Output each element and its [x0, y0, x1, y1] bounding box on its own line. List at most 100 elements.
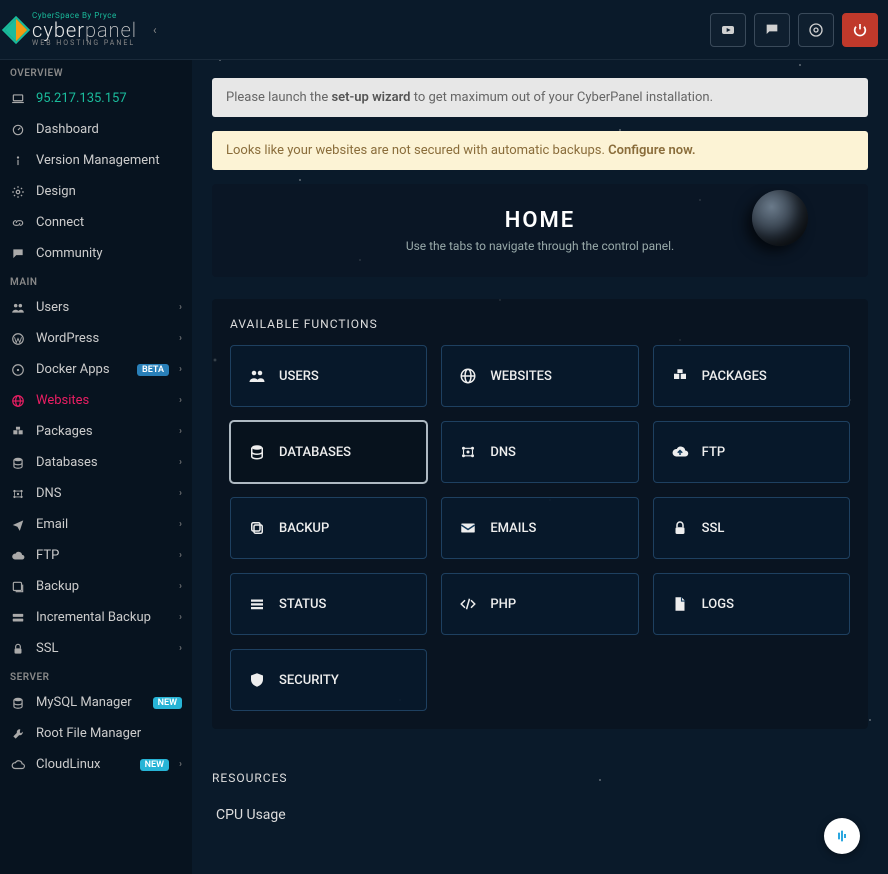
function-card-status[interactable]: STATUS	[230, 573, 427, 635]
link-icon	[10, 216, 26, 230]
sidebar-item-community[interactable]: Community	[0, 238, 192, 269]
sidebar-item-packages[interactable]: Packages ›	[0, 416, 192, 447]
sidebar-section-title: SERVER	[0, 664, 192, 687]
sidebar-item-wordpress[interactable]: WordPress›	[0, 323, 192, 354]
sidebar-item-version-management[interactable]: Version Management	[0, 145, 192, 176]
function-card-ftp[interactable]: FTP	[653, 421, 850, 483]
packages-icon	[670, 367, 690, 385]
function-card-security[interactable]: SECURITY	[230, 649, 427, 711]
sidebar-item-email[interactable]: Email ›	[0, 509, 192, 540]
users-icon	[247, 367, 267, 385]
sidebar-item-dns[interactable]: DNS›	[0, 478, 192, 509]
sidebar-item-ftp[interactable]: FTP ›	[0, 540, 192, 571]
function-card-label: SSL	[702, 521, 725, 536]
sidebar-item-mysql-manager[interactable]: MySQL ManagerNEW	[0, 687, 192, 718]
sidebar-item-95-217-135-157[interactable]: 95.217.135.157	[0, 83, 192, 114]
sidebar-item-ssl[interactable]: SSL›	[0, 633, 192, 664]
functions-title: AVAILABLE FUNCTIONS	[230, 317, 850, 331]
function-card-label: SECURITY	[279, 673, 339, 688]
database-icon	[10, 456, 26, 470]
cloud-icon	[10, 549, 26, 563]
sidebar-collapse-toggle[interactable]: ‹	[153, 23, 157, 37]
gauge-icon	[10, 123, 26, 137]
bars-icon	[247, 595, 267, 613]
chat-button[interactable]	[754, 13, 790, 47]
main-content: Please launch the set-up wizard to get m…	[192, 60, 888, 874]
sidebar-item-connect[interactable]: Connect	[0, 207, 192, 238]
dns-icon	[10, 487, 26, 501]
chevron-right-icon: ›	[179, 612, 182, 623]
function-card-websites[interactable]: WEBSITES	[441, 345, 638, 407]
chevron-right-icon: ›	[179, 302, 182, 313]
sidebar-item-label: Dashboard	[36, 122, 182, 137]
shield-icon	[247, 671, 267, 689]
sidebar-item-label: Version Management	[36, 153, 182, 168]
chevron-right-icon: ›	[179, 643, 182, 654]
chevron-right-icon: ›	[179, 519, 182, 530]
sidebar-item-label: Websites	[36, 393, 169, 408]
function-card-backup[interactable]: BACKUP	[230, 497, 427, 559]
home-subtitle: Use the tabs to navigate through the con…	[232, 239, 848, 253]
wrench-icon	[10, 727, 26, 741]
function-card-databases[interactable]: DATABASES	[230, 421, 427, 483]
packages-icon	[10, 425, 26, 439]
chevron-right-icon: ›	[179, 364, 182, 375]
sidebar-item-root-file-manager[interactable]: Root File Manager	[0, 718, 192, 749]
function-card-label: EMAILS	[490, 521, 536, 536]
chat-widget-button[interactable]	[824, 818, 860, 854]
sidebar-item-label: FTP	[36, 548, 169, 563]
function-card-label: USERS	[279, 369, 319, 384]
brand-logo[interactable]: CyberSpace By Pryce cyberpanel WEB HOSTI…	[6, 12, 137, 47]
function-card-dns[interactable]: DNS	[441, 421, 638, 483]
function-card-users[interactable]: USERS	[230, 345, 427, 407]
sidebar-item-databases[interactable]: Databases›	[0, 447, 192, 478]
sidebar-item-design[interactable]: Design	[0, 176, 192, 207]
sidebar-item-backup[interactable]: Backup›	[0, 571, 192, 602]
function-card-packages[interactable]: PACKAGES	[653, 345, 850, 407]
resources-panel: RESOURCES CPU Usage	[212, 751, 868, 823]
badge-new: NEW	[140, 759, 169, 771]
badge-new: NEW	[153, 697, 182, 709]
setup-wizard-alert[interactable]: Please launch the set-up wizard to get m…	[212, 78, 868, 117]
resources-title: RESOURCES	[212, 771, 868, 785]
planet-decoration	[752, 190, 808, 246]
function-card-label: DATABASES	[279, 445, 351, 460]
backup-icon	[10, 580, 26, 594]
function-card-php[interactable]: PHP	[441, 573, 638, 635]
sidebar-item-cloudlinux[interactable]: CloudLinux NEW ›	[0, 749, 192, 780]
sidebar-item-label: 95.217.135.157	[36, 91, 182, 106]
sidebar-section-title: OVERVIEW	[0, 60, 192, 83]
database-icon	[247, 443, 267, 461]
function-card-logs[interactable]: LOGS	[653, 573, 850, 635]
topbar-actions	[710, 13, 878, 47]
sidebar-item-label: Users	[36, 300, 169, 315]
sidebar-item-label: CloudLinux	[36, 757, 130, 772]
chevron-right-icon: ›	[179, 759, 182, 770]
dns-icon	[458, 443, 478, 461]
comment-icon	[10, 247, 26, 261]
sidebar-item-label: Email	[36, 517, 169, 532]
gear-icon	[10, 185, 26, 199]
database-icon	[10, 696, 26, 710]
help-button[interactable]	[798, 13, 834, 47]
power-button[interactable]	[842, 13, 878, 47]
sidebar-item-docker-apps[interactable]: Docker AppsBETA›	[0, 354, 192, 385]
chevron-right-icon: ›	[179, 395, 182, 406]
sidebar-item-websites[interactable]: Websites ›	[0, 385, 192, 416]
function-card-emails[interactable]: EMAILS	[441, 497, 638, 559]
chevron-right-icon: ›	[179, 457, 182, 468]
sidebar-item-incremental-backup[interactable]: Incremental Backup›	[0, 602, 192, 633]
function-card-ssl[interactable]: SSL	[653, 497, 850, 559]
sidebar-item-label: Packages	[36, 424, 169, 439]
sidebar-item-label: WordPress	[36, 331, 169, 346]
sidebar-item-users[interactable]: Users ›	[0, 292, 192, 323]
sidebar: OVERVIEW 95.217.135.157 Dashboard Version M…	[0, 60, 192, 874]
chevron-right-icon: ›	[179, 550, 182, 561]
chevron-right-icon: ›	[179, 426, 182, 437]
sidebar-item-label: Root File Manager	[36, 726, 182, 741]
lock-icon	[10, 642, 26, 656]
sidebar-item-dashboard[interactable]: Dashboard	[0, 114, 192, 145]
backup-alert[interactable]: Looks like your websites are not secured…	[212, 131, 868, 170]
youtube-button[interactable]	[710, 13, 746, 47]
inc-icon	[10, 611, 26, 625]
